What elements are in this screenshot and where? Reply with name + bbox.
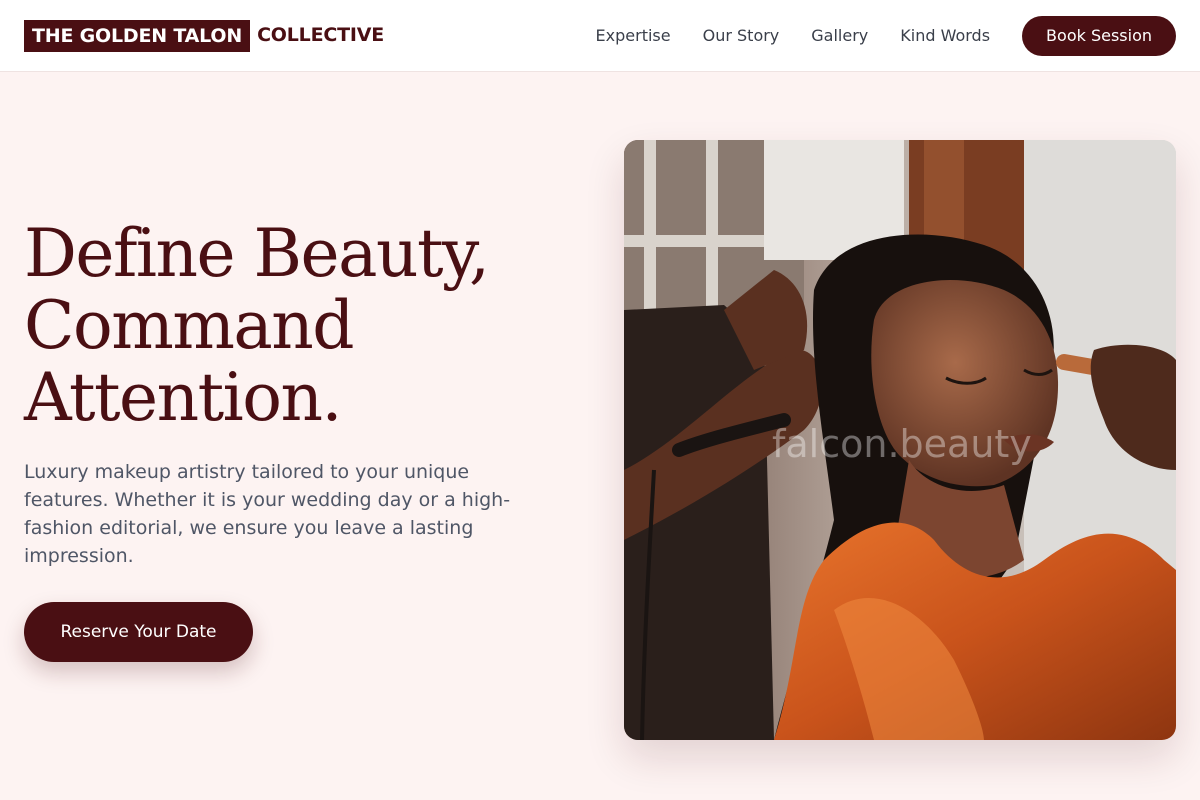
- logo[interactable]: THE GOLDEN TALON COLLECTIVE: [24, 19, 385, 52]
- nav-link-expertise[interactable]: Expertise: [596, 26, 671, 46]
- nav-link-kind-words[interactable]: Kind Words: [900, 26, 990, 46]
- hero-title-line: Attention.: [24, 359, 342, 436]
- logo-text: COLLECTIVE: [257, 24, 385, 46]
- hero-title-line: Command: [24, 287, 355, 364]
- hero-title: Define Beauty, Command Attention.: [24, 218, 584, 434]
- hero-image: falcon.beauty: [624, 140, 1176, 740]
- logo-highlight: THE GOLDEN TALON: [24, 19, 251, 52]
- image-watermark: falcon.beauty: [772, 422, 1032, 466]
- hero-subtitle: Luxury makeup artistry tailored to your …: [24, 461, 511, 567]
- reserve-date-button[interactable]: Reserve Your Date: [24, 602, 253, 662]
- site-header: THE GOLDEN TALON COLLECTIVE Expertise Ou…: [0, 0, 1200, 72]
- nav-link-our-story[interactable]: Our Story: [703, 26, 780, 46]
- hero-title-line: Define Beauty,: [24, 215, 490, 292]
- nav-link-gallery[interactable]: Gallery: [811, 26, 868, 46]
- book-session-button[interactable]: Book Session: [1022, 15, 1176, 56]
- main-nav: Expertise Our Story Gallery Kind Words B…: [596, 15, 1176, 56]
